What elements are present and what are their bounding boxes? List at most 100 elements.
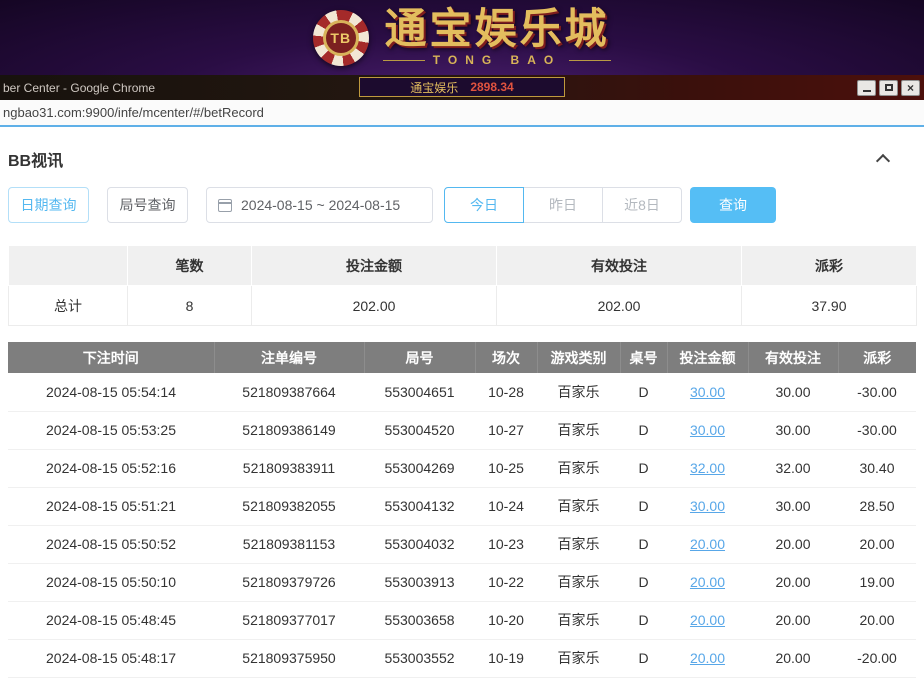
bet-amount-link[interactable]: 30.00 [690, 384, 725, 400]
cell: 521809379726 [214, 563, 364, 601]
bet-record-table: 下注时间 注单编号 局号 场次 游戏类别 桌号 投注金额 有效投注 派彩 202… [8, 342, 916, 678]
cell: 百家乐 [537, 639, 620, 677]
header-session: 场次 [475, 342, 537, 373]
table-row: 2024-08-15 05:54:14521809387664553004651… [8, 373, 916, 411]
header-valid-bet: 有效投注 [748, 342, 838, 373]
bet-amount-link[interactable]: 20.00 [690, 612, 725, 628]
minimize-icon [863, 90, 871, 92]
cell: 521809382055 [214, 487, 364, 525]
cell: 2024-08-15 05:51:21 [8, 487, 214, 525]
quick-last8days-button[interactable]: 近8日 [602, 187, 682, 223]
header-payout: 派彩 [838, 342, 916, 373]
cell: 553004269 [364, 449, 475, 487]
cell: 10-20 [475, 601, 537, 639]
bet-amount-link[interactable]: 20.00 [690, 574, 725, 590]
bet-amount-link[interactable]: 30.00 [690, 422, 725, 438]
cell: 32.00 [748, 449, 838, 487]
bet-amount-cell: 32.00 [667, 449, 748, 487]
cell: 20.00 [748, 601, 838, 639]
cell: -20.00 [838, 639, 916, 677]
cell: 10-25 [475, 449, 537, 487]
cell: D [620, 525, 667, 563]
cell: 百家乐 [537, 563, 620, 601]
bet-amount-cell: 30.00 [667, 411, 748, 449]
window-titlebar: ber Center - Google Chrome 通宝娱乐 2898.34 … [0, 75, 924, 100]
cell: 10-22 [475, 563, 537, 601]
chevron-up-icon[interactable] [876, 154, 890, 168]
date-query-tab[interactable]: 日期查询 [8, 187, 89, 223]
close-button[interactable]: × [901, 80, 920, 96]
header-bet-time: 下注时间 [8, 342, 214, 373]
cell: 20.00 [748, 525, 838, 563]
cell: -30.00 [838, 411, 916, 449]
table-row: 2024-08-15 05:50:52521809381153553004032… [8, 525, 916, 563]
table-row: 2024-08-15 05:50:10521809379726553003913… [8, 563, 916, 601]
bet-amount-cell: 20.00 [667, 563, 748, 601]
cell: 20.00 [748, 563, 838, 601]
bet-amount-cell: 20.00 [667, 525, 748, 563]
bet-amount-link[interactable]: 30.00 [690, 498, 725, 514]
window-title: ber Center - Google Chrome [0, 81, 155, 95]
bet-amount-link[interactable]: 32.00 [690, 460, 725, 476]
header-game-type: 游戏类别 [537, 342, 620, 373]
cell: 553003552 [364, 639, 475, 677]
bet-table-body: 2024-08-15 05:54:14521809387664553004651… [8, 373, 916, 677]
cell: 2024-08-15 05:48:45 [8, 601, 214, 639]
cell: 30.40 [838, 449, 916, 487]
filter-toolbar: 日期查询 局号查询 2024-08-15 ~ 2024-08-15 今日 昨日 … [8, 187, 916, 223]
cell: 28.50 [838, 487, 916, 525]
calendar-icon [218, 199, 232, 212]
date-range-input[interactable]: 2024-08-15 ~ 2024-08-15 [206, 187, 433, 223]
bet-amount-link[interactable]: 20.00 [690, 536, 725, 552]
cell: 20.00 [838, 601, 916, 639]
cell: 553003658 [364, 601, 475, 639]
cell: 百家乐 [537, 525, 620, 563]
cell: 百家乐 [537, 487, 620, 525]
maximize-button[interactable] [879, 80, 898, 96]
cell: 553003913 [364, 563, 475, 601]
marquee-value: 2898.34 [470, 80, 513, 94]
brand: 通宝娱乐城 TONG BAO [383, 8, 611, 67]
table-row: 2024-08-15 05:53:25521809386149553004520… [8, 411, 916, 449]
brand-title: 通宝娱乐城 [384, 8, 609, 50]
quick-today-button[interactable]: 今日 [444, 187, 524, 223]
summary-header-valid-bet: 有效投注 [497, 246, 742, 286]
summary-total-valid-bet: 202.00 [497, 286, 742, 326]
cell: 19.00 [838, 563, 916, 601]
casino-chip-logo-icon: TB [313, 10, 369, 66]
cell: 521809387664 [214, 373, 364, 411]
cell: 2024-08-15 05:50:10 [8, 563, 214, 601]
cell: 553004651 [364, 373, 475, 411]
cell: 521809381153 [214, 525, 364, 563]
cell: D [620, 639, 667, 677]
url-bar[interactable]: ngbao31.com:9900/infe/mcenter/#/betRecor… [0, 100, 924, 127]
search-button[interactable]: 查询 [690, 187, 776, 223]
bet-amount-cell: 30.00 [667, 373, 748, 411]
bet-table-header-row: 下注时间 注单编号 局号 场次 游戏类别 桌号 投注金额 有效投注 派彩 [8, 342, 916, 373]
summary-header-row: 笔数 投注金额 有效投注 派彩 [9, 246, 917, 286]
cell: 百家乐 [537, 411, 620, 449]
minimize-button[interactable] [857, 80, 876, 96]
cell: D [620, 449, 667, 487]
summary-total-bet-amount: 202.00 [252, 286, 497, 326]
cell: 521809377017 [214, 601, 364, 639]
cell: 2024-08-15 05:54:14 [8, 373, 214, 411]
cell: 10-28 [475, 373, 537, 411]
cell: 百家乐 [537, 601, 620, 639]
date-range-value: 2024-08-15 ~ 2024-08-15 [241, 197, 400, 213]
cell: 30.00 [748, 373, 838, 411]
round-query-tab[interactable]: 局号查询 [107, 187, 188, 223]
cell: D [620, 373, 667, 411]
bet-amount-cell: 20.00 [667, 639, 748, 677]
header-bet-amount: 投注金额 [667, 342, 748, 373]
bet-amount-link[interactable]: 20.00 [690, 650, 725, 666]
bet-record-page: BB视讯 日期查询 局号查询 2024-08-15 ~ 2024-08-15 今… [0, 143, 924, 678]
cell: 2024-08-15 05:52:16 [8, 449, 214, 487]
cell: 30.00 [748, 487, 838, 525]
cell: 2024-08-15 05:50:52 [8, 525, 214, 563]
quick-yesterday-button[interactable]: 昨日 [523, 187, 603, 223]
cell: 521809383911 [214, 449, 364, 487]
marquee-label: 通宝娱乐 [410, 79, 458, 96]
subtitle-line-left [383, 60, 425, 61]
cell: D [620, 487, 667, 525]
